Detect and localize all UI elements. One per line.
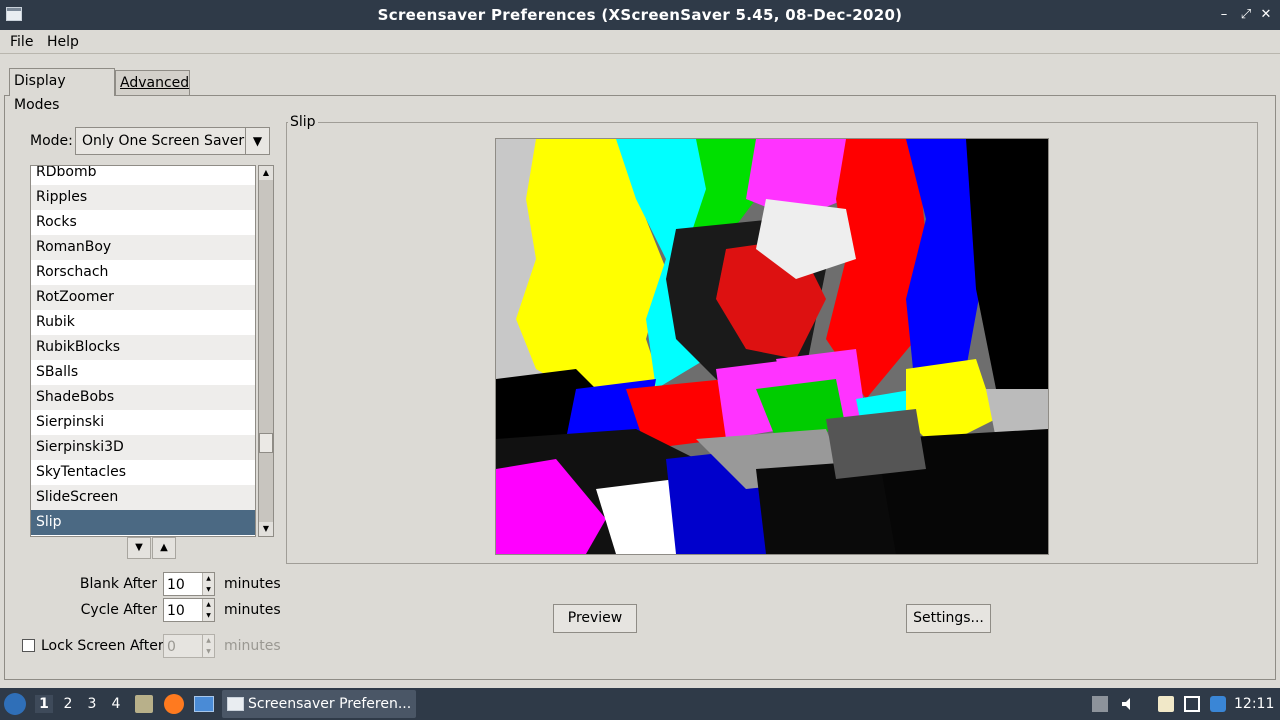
preview-image [496, 139, 1048, 554]
mode-dropdown[interactable]: Only One Screen Saver ▼ [75, 127, 270, 155]
menu-file[interactable]: File [10, 33, 33, 51]
workspace-4[interactable]: 4 [107, 695, 125, 713]
list-item[interactable]: ShadeBobs [31, 385, 255, 410]
workspace-3[interactable]: 3 [83, 695, 101, 713]
preview-frame-title: Slip [288, 113, 318, 131]
maximize-button[interactable]: ⤢ [1237, 6, 1255, 24]
scroll-down-icon[interactable]: ▼ [259, 522, 273, 536]
blank-after-spinbox[interactable]: 10 ▲ ▼ [163, 572, 215, 596]
blank-after-unit: minutes [224, 576, 281, 592]
firefox-icon[interactable] [164, 694, 184, 714]
spin-down-icon[interactable]: ▼ [202, 610, 214, 621]
scrollbar-thumb[interactable] [259, 433, 273, 453]
blank-after-label: Blank After [79, 576, 157, 592]
list-item[interactable]: RomanBoy [31, 235, 255, 260]
list-item[interactable]: Rorschach [31, 260, 255, 285]
minimize-button[interactable]: – [1215, 6, 1233, 24]
lock-after-unit: minutes [224, 638, 281, 654]
screensaver-preview [495, 138, 1049, 555]
mode-dropdown-value: Only One Screen Saver [82, 133, 245, 149]
tab-display-modes[interactable]: Display Modes [9, 68, 115, 113]
cycle-after-spinbox[interactable]: 10 ▲ ▼ [163, 598, 215, 622]
list-item[interactable]: Sierpinski3D [31, 435, 255, 460]
taskbar: 1 2 3 4 Screensaver Preferen... 12:11 [0, 688, 1280, 720]
display-icon[interactable] [1184, 696, 1200, 712]
sound-icon[interactable] [1120, 696, 1136, 712]
app-window-icon [227, 697, 244, 711]
window-title: Screensaver Preferences (XScreenSaver 5.… [377, 6, 903, 24]
list-item-selected[interactable]: Slip [31, 510, 255, 535]
next-saver-button[interactable]: ▼ [127, 537, 151, 559]
list-item[interactable]: SlideScreen [31, 485, 255, 510]
list-item[interactable]: SBalls [31, 360, 255, 385]
clipboard-icon[interactable] [1158, 696, 1174, 712]
menu-bar: File Help [0, 30, 1280, 54]
cycle-after-unit: minutes [224, 602, 281, 618]
list-item[interactable]: RubikBlocks [31, 335, 255, 360]
list-item[interactable]: Rocks [31, 210, 255, 235]
spin-down-icon[interactable]: ▼ [202, 584, 214, 595]
show-desktop-icon[interactable] [194, 696, 214, 712]
spin-up-icon[interactable]: ▲ [202, 599, 214, 610]
blank-after-value: 10 [167, 577, 185, 593]
settings-button[interactable]: Settings... [906, 604, 991, 633]
spin-up-icon[interactable]: ▲ [202, 635, 214, 646]
list-item[interactable]: Rubik [31, 310, 255, 335]
workspace-2[interactable]: 2 [59, 695, 77, 713]
cycle-after-label: Cycle After [80, 602, 157, 618]
screensaver-list[interactable]: RDbomb Ripples Rocks RomanBoy Rorschach … [30, 165, 256, 537]
list-item[interactable]: SkyTentacles [31, 460, 255, 485]
tray-eject-icon[interactable] [1092, 696, 1108, 712]
list-item[interactable]: Sierpinski [31, 410, 255, 435]
close-button[interactable]: ✕ [1257, 6, 1275, 24]
mode-label: Mode: [30, 133, 73, 149]
tab-advanced[interactable]: Advanced [115, 70, 190, 96]
cycle-after-value: 10 [167, 603, 185, 619]
menu-help[interactable]: Help [47, 33, 79, 51]
lock-after-value: 0 [167, 639, 176, 655]
taskbar-clock: 12:11 [1234, 696, 1275, 712]
list-scrollbar[interactable]: ▲ ▼ [258, 165, 274, 537]
lock-after-spinbox[interactable]: 0 ▲ ▼ [163, 634, 215, 658]
scroll-up-icon[interactable]: ▲ [259, 166, 273, 180]
list-item[interactable]: Ripples [31, 185, 255, 210]
file-manager-icon[interactable] [135, 695, 153, 713]
spin-down-icon[interactable]: ▼ [202, 646, 214, 657]
workspace-1[interactable]: 1 [35, 695, 53, 713]
lock-screen-checkbox[interactable] [22, 639, 35, 652]
list-item[interactable]: RotZoomer [31, 285, 255, 310]
window-titlebar[interactable]: Screensaver Preferences (XScreenSaver 5.… [0, 0, 1280, 30]
list-item[interactable]: RDbomb [31, 166, 255, 185]
preview-button[interactable]: Preview [553, 604, 637, 633]
start-menu-icon[interactable] [4, 693, 26, 715]
notification-icon[interactable] [1210, 696, 1226, 712]
taskbar-window-title: Screensaver Preferen... [248, 696, 412, 712]
prev-saver-button[interactable]: ▲ [152, 537, 176, 559]
spin-up-icon[interactable]: ▲ [202, 573, 214, 584]
dropdown-arrow-icon[interactable]: ▼ [245, 128, 269, 154]
taskbar-window-button[interactable]: Screensaver Preferen... [222, 690, 416, 718]
lock-screen-label[interactable]: Lock Screen After [41, 637, 164, 655]
